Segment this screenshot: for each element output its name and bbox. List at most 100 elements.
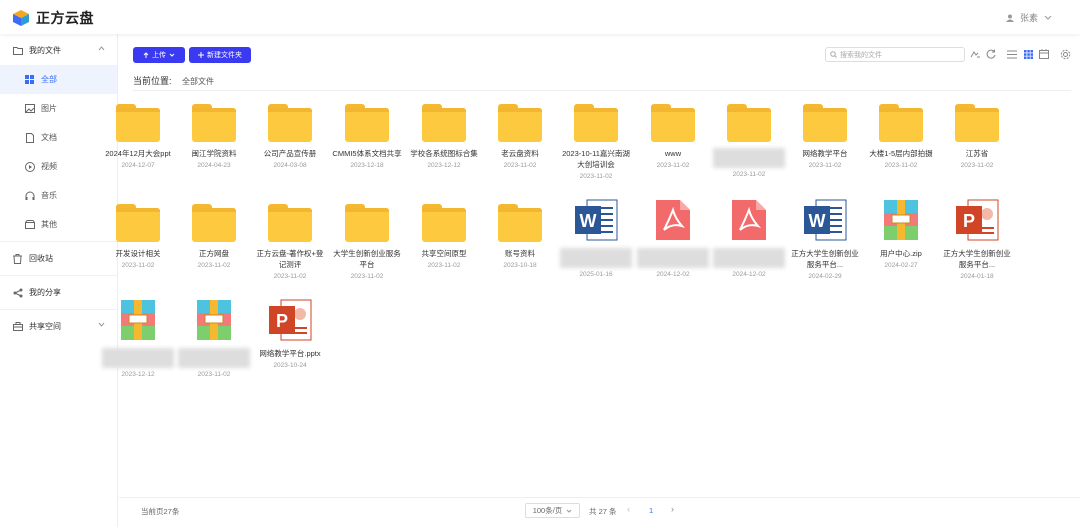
list-view-button[interactable] (1006, 48, 1018, 60)
file-date: 2023-11-02 (579, 173, 613, 180)
folder-item[interactable]: 2023-10-11嘉兴南湖大创培训会 2023-11-02 (558, 98, 634, 180)
sidebar-item-label: 图片 (41, 104, 57, 113)
chevron-down-icon (169, 53, 175, 57)
app-logo[interactable]: 正方云盘 (12, 8, 94, 28)
doc-icon (24, 132, 35, 143)
file-item[interactable]: P 正方大学生创新创业服务平台... 2024-01-18 (939, 198, 1015, 280)
folder-icon (422, 204, 466, 242)
sidebar-item-my-files[interactable]: 我的文件 (0, 36, 117, 65)
folder-icon (192, 204, 236, 242)
file-item[interactable]: P 网络教学平台.pptx 2023-10-24 (252, 298, 328, 369)
file-item[interactable]: W 正方大学生创新创业服务平台... 2024-02-29 (787, 198, 863, 280)
folder-icon (268, 104, 312, 142)
folder-item[interactable]: 正方网盘 2023-11-02 (176, 198, 252, 269)
folder-icon (955, 104, 999, 142)
upload-button[interactable]: 上传 (133, 47, 185, 63)
file-icon-wrap (496, 198, 544, 242)
file-date: 2023-10-24 (273, 362, 307, 369)
file-item[interactable]: 2024-12-02 (711, 198, 787, 278)
page-size-select[interactable]: 100条/页 (525, 503, 580, 518)
sidebar-item-label: 文档 (41, 133, 57, 142)
folder-item[interactable]: www 2023-11-02 (635, 98, 711, 169)
file-date: 2023-11-02 (732, 171, 766, 178)
sidebar-item-label: 共享空间 (29, 322, 61, 331)
file-icon-wrap (877, 98, 925, 142)
file-icon-wrap (343, 198, 391, 242)
svg-text:W: W (809, 211, 826, 231)
file-name (713, 148, 785, 168)
new-folder-button[interactable]: 新建文件夹 (189, 47, 251, 63)
prev-page-button[interactable]: ‹ (627, 504, 630, 514)
refresh-button[interactable] (985, 48, 997, 60)
file-icon-wrap (343, 98, 391, 142)
settings-button[interactable] (1059, 48, 1071, 60)
folder-icon (651, 104, 695, 142)
upload-label: 上传 (152, 52, 166, 59)
page-number[interactable]: 1 (649, 506, 653, 515)
grid-icon (24, 74, 35, 85)
folder-item[interactable]: 闽江学院资料 2024-04-23 (176, 98, 252, 169)
calendar-view-button[interactable] (1038, 48, 1050, 60)
file-item[interactable]: 用户中心.zip 2024-02-27 (863, 198, 939, 269)
sort-button[interactable] (969, 48, 981, 60)
file-icon-wrap: P (953, 198, 1001, 242)
current-page-count: 当前页27条 (141, 507, 180, 516)
folder-item[interactable]: 老云盘资料 2023-11-02 (482, 98, 558, 169)
folder-item[interactable]: 2023-11-02 (711, 98, 787, 178)
folder-item[interactable]: 大楼1-5层内部拍摄 2023-11-02 (863, 98, 939, 169)
folder-item[interactable]: 公司产品宣传册 2024-03-08 (252, 98, 328, 169)
breadcrumb-current[interactable]: 全部文件 (182, 77, 214, 86)
sidebar-item-all[interactable]: 全部 (0, 65, 117, 94)
next-page-button[interactable]: › (671, 504, 674, 514)
breadcrumb-label: 当前位置: (133, 76, 172, 86)
folder-item[interactable]: 大学生创新创业服务平台 2023-11-02 (329, 198, 405, 280)
word-icon: W (575, 199, 618, 241)
file-icon-wrap (190, 198, 238, 242)
folder-item[interactable]: 网络教学平台 2023-11-02 (787, 98, 863, 169)
file-name (178, 348, 250, 368)
file-date: 2025-01-16 (579, 271, 613, 278)
file-name: 开发设计相关 (115, 249, 161, 258)
file-date: 2023-11-02 (808, 162, 842, 169)
folder-icon (192, 104, 236, 142)
file-name: 公司产品宣传册 (263, 149, 317, 158)
file-name: 网络教学平台.pptx (259, 349, 321, 358)
headphones-icon (24, 190, 35, 201)
folder-item[interactable]: 开发设计相关 2023-11-02 (100, 198, 176, 269)
folder-item[interactable]: 正方云盘-著作权+登记测评 2023-11-02 (252, 198, 328, 280)
file-date: 2023-11-02 (884, 162, 918, 169)
folder-item[interactable]: 江苏省 2023-11-02 (939, 98, 1015, 169)
user-menu[interactable]: 张素 (1005, 11, 1052, 24)
folder-item[interactable]: 2024年12月大会ppt 2024-12-07 (100, 98, 176, 169)
file-item[interactable]: 2023-11-02 (176, 298, 252, 378)
folder-item[interactable]: 学校各系统图标合集 2023-12-12 (406, 98, 482, 169)
file-name (102, 348, 174, 368)
svg-text:P: P (963, 211, 975, 231)
file-date: 2024-01-18 (960, 273, 994, 280)
file-item[interactable]: W 2025-01-16 (558, 198, 634, 278)
file-date: 2023-12-12 (427, 162, 461, 169)
svg-text:W: W (580, 211, 597, 231)
file-icon-wrap (649, 98, 697, 142)
file-item[interactable]: 2024-12-02 (635, 198, 711, 278)
file-name: 大学生创新创业服务平台 (333, 249, 401, 269)
folder-item[interactable]: CMMI5体系文档共享 2023-12-18 (329, 98, 405, 169)
file-icon-wrap: W (801, 198, 849, 242)
user-icon (1005, 14, 1014, 22)
folder-item[interactable]: 账号资料 2023-10-18 (482, 198, 558, 269)
file-icon-wrap (190, 98, 238, 142)
folder-item[interactable]: 共享空间原型 2023-11-02 (406, 198, 482, 269)
sidebar-item-label: 我的文件 (29, 46, 61, 55)
user-name: 张素 (1019, 13, 1038, 23)
chevron-up-icon (98, 46, 105, 51)
sidebar-item-label: 音乐 (41, 191, 57, 200)
search-input[interactable]: 搜索我的文件 (825, 47, 965, 62)
ppt-icon: P (956, 199, 999, 241)
grid-view-button[interactable] (1022, 48, 1034, 60)
trash-icon (12, 253, 23, 264)
sidebar-item-label: 其他 (41, 220, 57, 229)
file-item[interactable]: 2023-12-12 (100, 298, 176, 378)
search-placeholder: 搜索我的文件 (840, 51, 882, 59)
folder-icon (727, 104, 771, 142)
file-date: 2023-11-02 (427, 262, 461, 269)
